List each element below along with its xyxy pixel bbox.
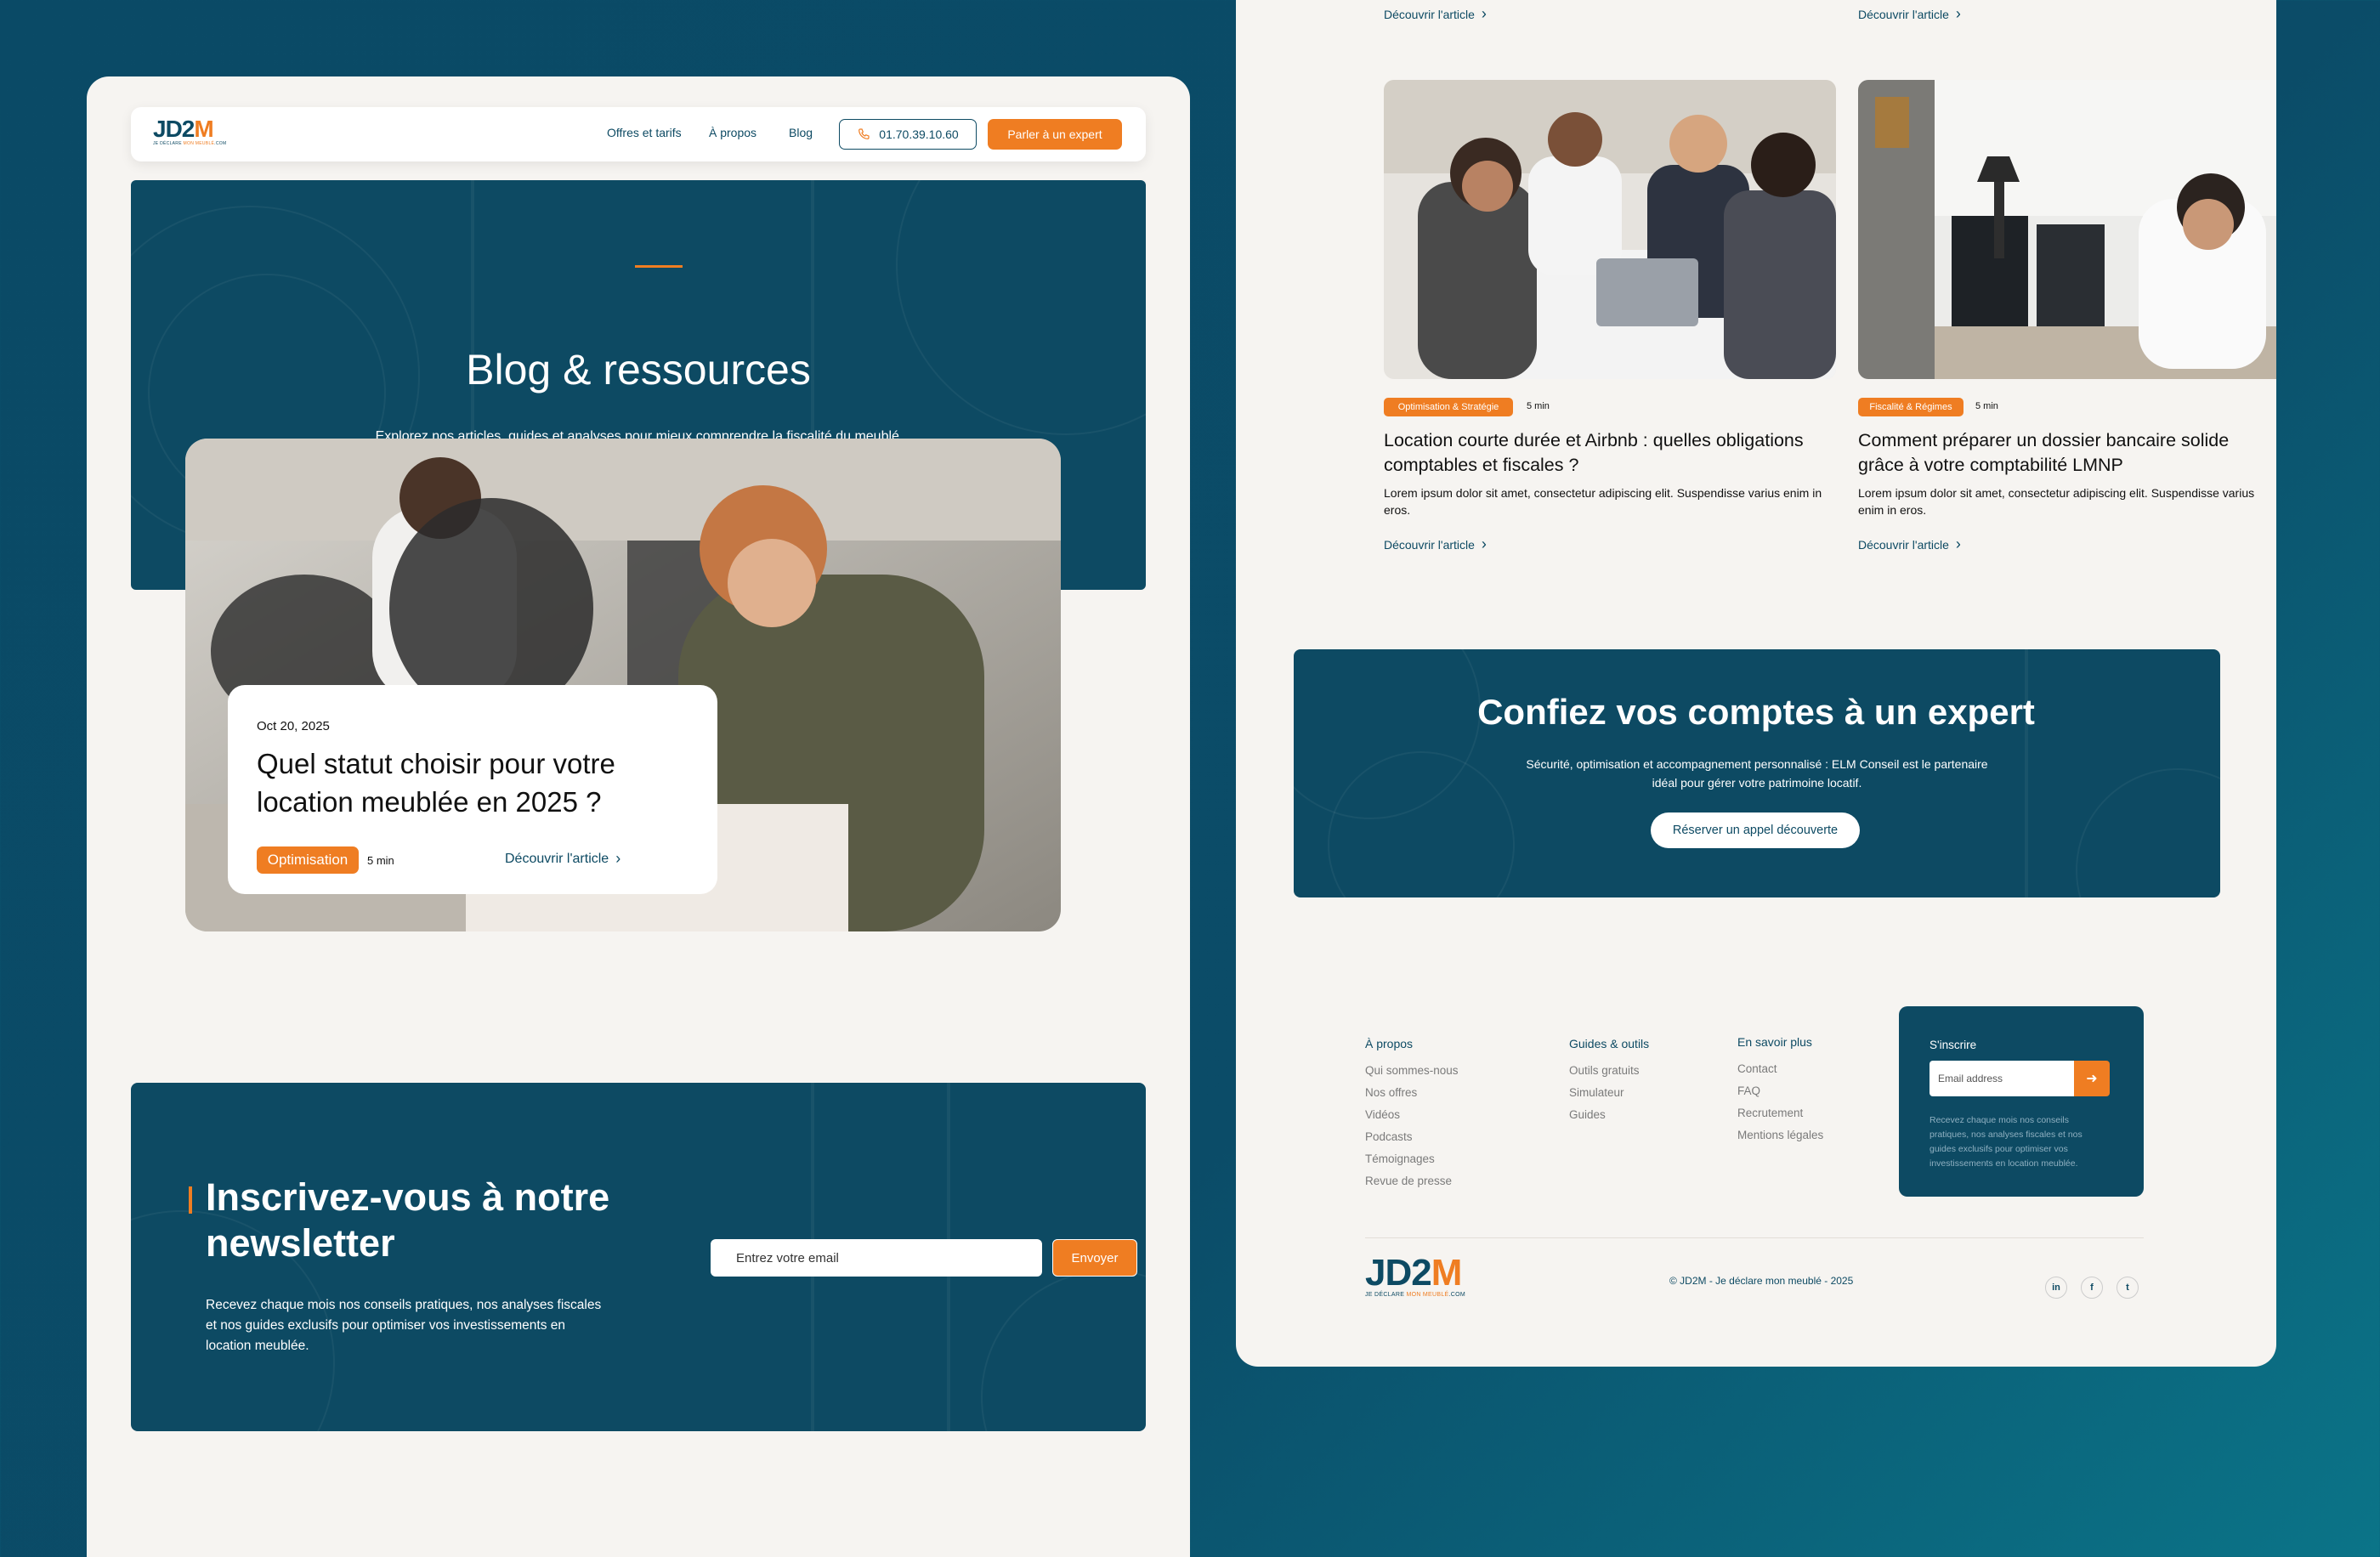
link-label: Découvrir l'article <box>505 851 609 866</box>
footer-column-about: À propos Qui sommes-nous Nos offres Vidé… <box>1365 1037 1459 1187</box>
link-label: Découvrir l'article <box>1384 7 1475 21</box>
read-article-link[interactable]: Découvrir l'article › <box>1384 535 1487 553</box>
article-image[interactable] <box>1384 80 1836 379</box>
footer-column-more: En savoir plus Contact FAQ Recrutement M… <box>1737 1035 1823 1141</box>
pattern-circle <box>981 1270 1146 1431</box>
pattern-circle <box>896 180 1146 435</box>
blog-list-panel: Découvrir l'article › Découvrir l'article… <box>1236 0 2276 1367</box>
article-title[interactable]: Comment préparer un dossier bancaire sol… <box>1858 428 2258 478</box>
article-title[interactable]: Quel statut choisir pour votre location … <box>257 745 699 821</box>
article-date: Oct 20, 2025 <box>257 719 330 733</box>
arrow-right-icon[interactable]: ➜ <box>2074 1061 2110 1096</box>
article-excerpt: Lorem ipsum dolor sit amet, consectetur … <box>1384 486 1822 517</box>
footer-link[interactable]: Podcasts <box>1365 1130 1459 1143</box>
footer-link[interactable]: Guides <box>1569 1108 1649 1121</box>
tagline-part: MON MEUBLÉ <box>183 141 215 146</box>
newsletter-submit-button[interactable]: Envoyer <box>1052 1239 1137 1277</box>
tagline-part: .COM <box>1448 1292 1465 1298</box>
footer-link[interactable]: Témoignages <box>1365 1152 1459 1165</box>
tagline-part: JE DÉCLARE <box>1365 1292 1407 1298</box>
tagline-part: MON MEUBLÉ <box>1406 1292 1449 1298</box>
talk-expert-button[interactable]: Parler à un expert <box>988 119 1122 150</box>
newsletter-email-input[interactable]: Entrez votre email <box>711 1239 1042 1277</box>
pattern-line <box>2025 649 2028 897</box>
tagline-part: .COM <box>214 141 227 146</box>
category-tag[interactable]: Optimisation & Stratégie <box>1384 398 1513 416</box>
meeting-photo <box>1384 80 1836 379</box>
read-article-link[interactable]: Découvrir l'article › <box>1858 5 1961 23</box>
logo-accent: M <box>1431 1252 1463 1294</box>
read-time: 5 min <box>367 854 394 867</box>
hero-divider <box>635 265 683 268</box>
pattern-circle <box>2076 768 2220 897</box>
facebook-icon[interactable]: f <box>2081 1277 2103 1299</box>
article-title[interactable]: Location courte durée et Airbnb : quelle… <box>1384 428 1826 478</box>
tagline-part: JE DÉCLARE <box>153 141 184 146</box>
footer-subscribe-box: S'inscrire Email address ➜ Recevez chaqu… <box>1899 1006 2144 1197</box>
chevron-right-icon: › <box>615 850 621 867</box>
logo-tagline: JE DÉCLARE MON MEUBLÉ.COM <box>1365 1292 1465 1298</box>
footer-link[interactable]: Outils gratuits <box>1569 1064 1649 1077</box>
footer-link[interactable]: FAQ <box>1737 1084 1823 1097</box>
category-tag[interactable]: Fiscalité & Régimes <box>1858 398 1964 416</box>
featured-article-card[interactable]: Oct 20, 2025 Quel statut choisir pour vo… <box>228 685 717 894</box>
read-article-link[interactable]: Découvrir l'article › <box>505 850 620 868</box>
navbar: JD2M JE DÉCLARE MON MEUBLÉ.COM Offres et… <box>131 107 1146 161</box>
link-label: Découvrir l'article <box>1384 537 1475 552</box>
nav-offres[interactable]: Offres et tarifs <box>607 126 682 139</box>
chevron-right-icon: › <box>1955 535 1961 552</box>
logo-text: JD2 <box>1365 1252 1432 1294</box>
link-label: Découvrir l'article <box>1858 7 1949 21</box>
footer-link[interactable]: Mentions légales <box>1737 1129 1823 1141</box>
footer-link[interactable]: Nos offres <box>1365 1086 1459 1099</box>
linkedin-icon[interactable]: in <box>2045 1277 2067 1299</box>
footer-link[interactable]: Qui sommes-nous <box>1365 1064 1459 1077</box>
footer-heading: À propos <box>1365 1037 1414 1050</box>
footer-heading: Guides & outils <box>1569 1037 1650 1050</box>
logo-text: JD2 <box>153 116 195 142</box>
chevron-right-icon: › <box>1955 5 1961 22</box>
subscribe-title: S'inscrire <box>1930 1039 1977 1051</box>
nav-blog[interactable]: Blog <box>789 126 813 139</box>
newsletter-accent-bar <box>189 1186 192 1214</box>
read-time: 5 min <box>1527 401 1550 411</box>
book-call-button[interactable]: Réserver un appel découverte <box>1651 812 1860 848</box>
copyright: © JD2M - Je déclare mon meublé - 2025 <box>1669 1275 1854 1287</box>
newsletter-description: Recevez chaque mois nos conseils pratiqu… <box>206 1298 602 1353</box>
logo-accent: M <box>194 116 213 142</box>
footer-column-guides: Guides & outils Outils gratuits Simulate… <box>1569 1037 1649 1121</box>
cta-title: Confiez vos comptes à un expert <box>1477 692 2035 732</box>
article-excerpt: Lorem ipsum dolor sit amet, consectetur … <box>1858 486 2255 517</box>
blog-page-panel: JD2M JE DÉCLARE MON MEUBLÉ.COM Offres et… <box>87 76 1190 1557</box>
logo-tagline: JE DÉCLARE MON MEUBLÉ.COM <box>153 141 226 146</box>
phone-icon <box>858 128 870 139</box>
logo[interactable]: JD2M JE DÉCLARE MON MEUBLÉ.COM <box>153 116 226 147</box>
chevron-right-icon: › <box>1481 535 1487 552</box>
chevron-right-icon: › <box>1481 5 1487 22</box>
read-article-link[interactable]: Découvrir l'article › <box>1858 535 1961 553</box>
office-desk-photo <box>1858 80 2276 379</box>
twitter-icon[interactable]: t <box>2116 1277 2139 1299</box>
subscribe-description: Recevez chaque mois nos conseils pratiqu… <box>1930 1115 2082 1169</box>
phone-button[interactable]: 01.70.39.10.60 <box>839 119 977 150</box>
footer-heading: En savoir plus <box>1737 1035 1812 1049</box>
footer-logo[interactable]: JD2M JE DÉCLARE MON MEUBLÉ.COM <box>1365 1252 1465 1299</box>
cta-description: Sécurité, optimisation et accompagnement… <box>1526 757 1988 790</box>
category-tag[interactable]: Optimisation <box>257 846 359 874</box>
phone-number: 01.70.39.10.60 <box>879 127 959 141</box>
footer-link[interactable]: Vidéos <box>1365 1108 1459 1121</box>
footer-link[interactable]: Revue de presse <box>1365 1175 1459 1187</box>
newsletter-title: Inscrivez-vous à notre newsletter <box>206 1175 610 1265</box>
link-label: Découvrir l'article <box>1858 537 1949 552</box>
footer-link[interactable]: Contact <box>1737 1062 1823 1075</box>
footer-link[interactable]: Simulateur <box>1569 1086 1649 1099</box>
article-image[interactable] <box>1858 80 2276 379</box>
page-title: Blog & ressources <box>466 346 811 393</box>
footer-link[interactable]: Recrutement <box>1737 1107 1823 1119</box>
subscribe-email-input[interactable]: Email address <box>1930 1061 2074 1096</box>
nav-a-propos[interactable]: À propos <box>709 126 756 139</box>
read-article-link[interactable]: Découvrir l'article › <box>1384 5 1487 23</box>
read-time: 5 min <box>1975 401 1998 411</box>
footer-divider <box>1365 1237 2144 1238</box>
